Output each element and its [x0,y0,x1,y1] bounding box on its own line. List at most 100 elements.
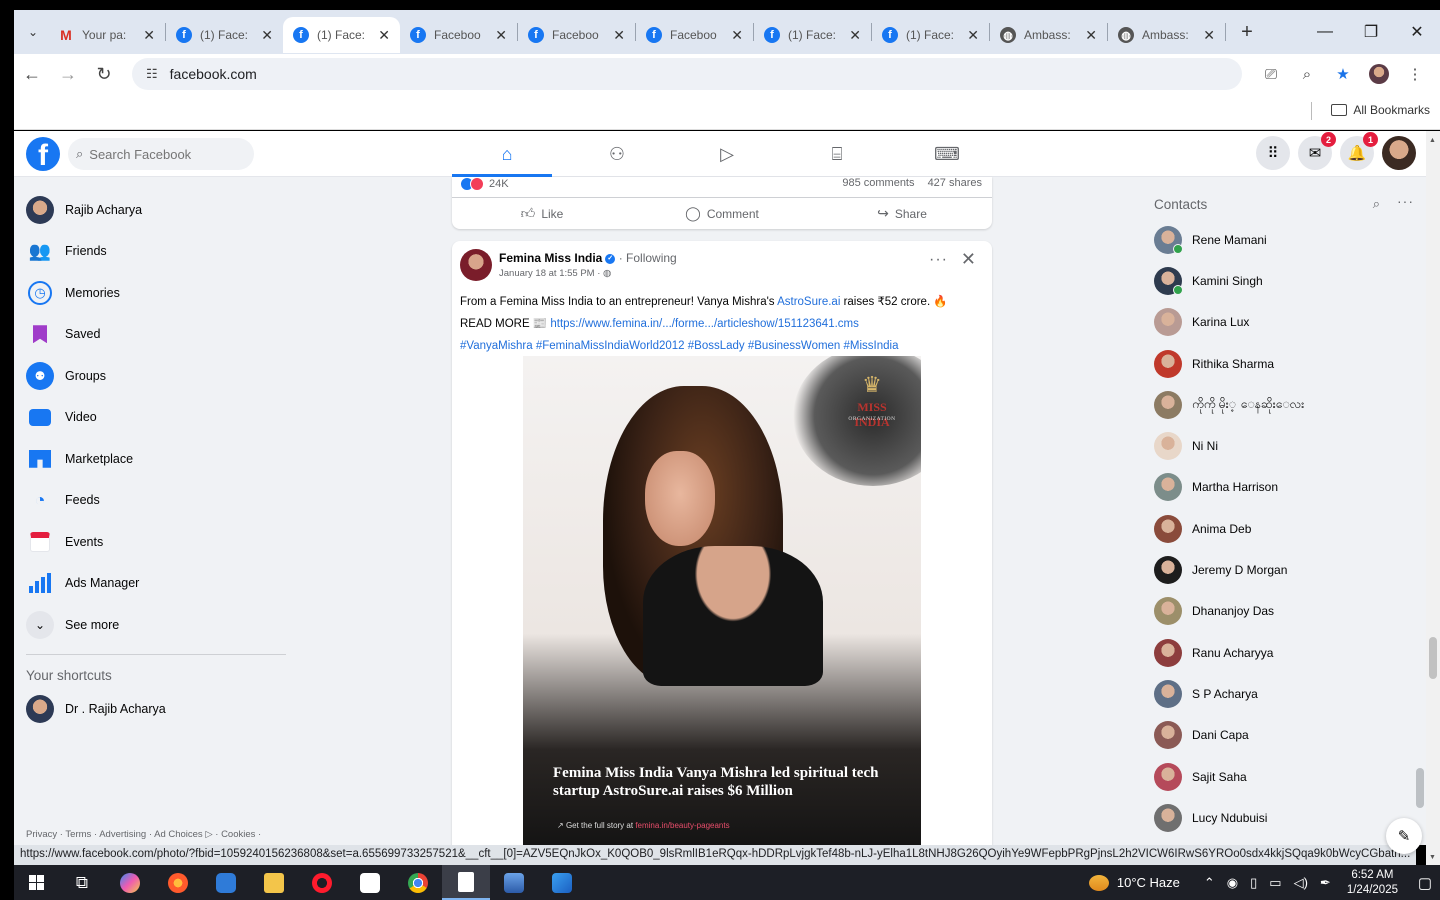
search-icon[interactable]: ⌕ [1373,196,1380,212]
taskbar-app-firefox[interactable] [154,865,202,900]
nav-marketplace[interactable]: ⌸ [782,131,892,177]
minimize-icon[interactable]: — [1302,10,1348,54]
close-icon[interactable]: ✕ [1085,27,1097,44]
post-timestamp[interactable]: January 18 at 1:55 PM · ◍ [499,268,611,279]
sidebar-item-saved[interactable]: Saved [14,314,304,356]
menu-grid-button[interactable]: ⠿ [1256,136,1290,170]
browser-tab[interactable]: f (1) Face: ✕ [166,17,283,53]
search-input[interactable] [89,146,240,162]
close-icon[interactable]: ✕ [731,27,743,44]
battery-icon[interactable]: ▯ [1250,875,1257,891]
sidebar-item-marketplace[interactable]: Marketplace [14,438,304,480]
start-button[interactable] [14,875,58,890]
taskbar-app-opera[interactable] [298,865,346,900]
close-icon[interactable]: ✕ [495,27,507,44]
nav-friends[interactable]: ⚇ [562,131,672,177]
timestamp-text[interactable]: January 18 at 1:55 PM · [499,268,603,279]
task-view-button[interactable]: ⧉ [58,865,106,900]
browser-tab-active[interactable]: f (1) Face: ✕ [283,17,400,53]
post-author-avatar[interactable] [460,249,492,281]
pen-icon[interactable]: ✒ [1320,875,1331,891]
like-button[interactable]: 👍︎ Like [452,198,632,229]
reload-icon[interactable]: ↻ [86,64,122,85]
contact-item[interactable]: Ranu Acharyya [1154,632,1424,673]
post-author[interactable]: Femina Miss India ✓ · Following [499,251,677,265]
volume-icon[interactable]: ◁) [1294,875,1308,891]
share-button[interactable]: ↪ Share [812,198,992,229]
contact-item[interactable]: ကိုကို မိုး့ ေနဆိုးေလး [1154,384,1424,425]
url-text[interactable]: facebook.com [170,66,257,82]
sidebar-item-memories[interactable]: ◷ Memories [14,272,304,314]
comment-count[interactable]: 985 comments [842,177,914,189]
browser-tab[interactable]: f (1) Face: ✕ [754,17,871,53]
new-message-button[interactable]: ✎ [1386,818,1422,854]
author-name[interactable]: Femina Miss India [499,251,602,265]
forward-icon[interactable]: → [50,64,86,85]
contact-item[interactable]: Rene Mamani [1154,219,1424,260]
menu-dots-icon[interactable]: ⋮ [1400,60,1430,88]
profile-icon[interactable] [1364,60,1394,88]
contact-item[interactable]: Rithika Sharma [1154,343,1424,384]
install-app-icon[interactable]: ⎚ [1256,60,1286,88]
address-bar[interactable]: ☷ facebook.com [132,58,1242,90]
reaction-summary[interactable]: 24K [460,177,509,191]
contact-item[interactable]: Dhananjoy Das [1154,591,1424,632]
record-icon[interactable]: ◉ [1227,875,1238,891]
contact-item[interactable]: Martha Harrison [1154,467,1424,508]
close-icon[interactable]: ✕ [143,27,155,44]
zoom-icon[interactable]: ⌕ [1292,60,1322,88]
all-bookmarks-button[interactable]: All Bookmarks [1331,103,1430,117]
close-icon[interactable]: ✕ [613,27,625,44]
account-avatar[interactable] [1382,136,1416,170]
notifications-button[interactable]: 🔔 1 [1340,132,1378,170]
clock[interactable]: 6:52 AM 1/24/2025 [1347,868,1398,898]
contact-item[interactable]: Dani Capa [1154,715,1424,756]
contact-item[interactable]: S P Acharya [1154,673,1424,714]
tab-search-button[interactable]: ⌄ [18,17,48,47]
taskbar-app-notepad[interactable] [442,865,490,900]
sidebar-item-profile[interactable]: Rajib Acharya [14,189,304,231]
search-box[interactable]: ⌕ [68,138,254,170]
close-icon[interactable]: ✕ [967,27,979,44]
browser-tab[interactable]: ◍ Ambass: ✕ [1108,17,1225,53]
taskbar-app-paint[interactable] [538,865,586,900]
browser-tab[interactable]: M Your pa: ✕ [48,17,165,53]
astrosure-link[interactable]: AstroSure.ai [777,296,840,308]
taskbar-app-chrome[interactable] [394,865,442,900]
back-icon[interactable]: ← [14,64,50,85]
site-settings-icon[interactable]: ☷ [146,66,158,82]
post-options-icon[interactable]: ··· [929,251,948,269]
contact-item[interactable]: Sajit Saha [1154,756,1424,797]
close-icon[interactable]: ✕ [1203,27,1215,44]
sidebar-item-friends[interactable]: 👥 Friends [14,231,304,273]
contact-item[interactable]: Lucy Ndubuisi [1154,797,1424,838]
browser-tab[interactable]: f (1) Face: ✕ [872,17,989,53]
weather-widget[interactable]: 10°C Haze [1088,874,1180,891]
post-hashtags[interactable]: #VanyaMishra #FeminaMissIndiaWorld2012 #… [460,335,984,357]
sidebar-item-ads-manager[interactable]: Ads Manager [14,563,304,605]
browser-scrollbar[interactable]: ▲ ▼ [1426,131,1440,865]
browser-tab[interactable]: f Faceboo ✕ [518,17,635,53]
scroll-up-icon[interactable]: ▲ [1429,137,1436,144]
close-window-icon[interactable]: ✕ [1394,10,1440,54]
contact-item[interactable]: Kamini Singh [1154,260,1424,301]
browser-tab[interactable]: f Faceboo ✕ [400,17,517,53]
shortcut-item[interactable]: Dr . Rajib Acharya [14,689,304,731]
nav-video[interactable]: ▷ [672,131,782,177]
comment-button[interactable]: ◯ Comment [632,198,812,229]
scrollbar-thumb[interactable] [1429,637,1437,679]
contact-item[interactable]: Jeremy D Morgan [1154,549,1424,590]
page-scrollbar[interactable] [1416,768,1424,808]
close-icon[interactable]: ✕ [261,27,273,44]
nav-home[interactable]: ⌂ [452,131,562,177]
browser-tab[interactable]: ◍ Ambass: ✕ [990,17,1107,53]
sidebar-item-video[interactable]: Video [14,397,304,439]
following-label[interactable]: · Following [619,251,677,265]
share-count[interactable]: 427 shares [928,177,982,189]
notification-center-icon[interactable]: ▢ [1410,874,1440,892]
contact-item[interactable]: Ni Ni [1154,425,1424,466]
taskbar-app-explorer[interactable] [250,865,298,900]
messenger-button[interactable]: ✉ 2 [1298,132,1336,170]
nav-gaming[interactable]: ⌨ [892,131,1002,177]
close-icon[interactable]: ✕ [378,27,390,44]
